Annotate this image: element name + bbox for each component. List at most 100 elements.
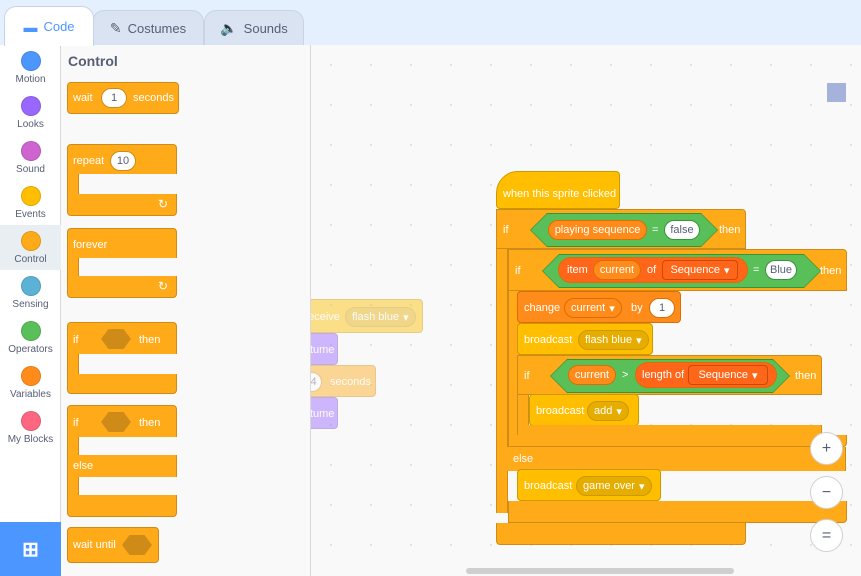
broadcast-label: broadcast (536, 405, 585, 417)
if-label: if (515, 265, 521, 277)
script-workspace[interactable]: when I receive flash blue▾ next costume … (311, 45, 861, 576)
broadcast-block[interactable]: broadcast flash blue ▾ (517, 323, 653, 355)
then-label: then (139, 417, 161, 429)
compare-value-input[interactable]: false (664, 220, 700, 240)
message-dropdown[interactable]: add ▾ (587, 401, 629, 421)
broadcast-block[interactable]: broadcast game over ▾ (517, 469, 661, 501)
zoom-reset-button[interactable]: = (810, 519, 843, 552)
repeat-block[interactable]: repeat 10 (67, 144, 177, 174)
variables-dot-icon (20, 366, 41, 386)
if-label: if (73, 334, 79, 346)
zoom-out-button[interactable]: − (810, 476, 843, 509)
category-label: My Blocks (7, 434, 54, 445)
category-motion[interactable]: Motion (0, 45, 61, 90)
tab-sounds[interactable]: 🔈 Sounds (204, 10, 304, 45)
if-length-block[interactable]: if current > length of Sequence ▾ then (517, 355, 822, 395)
then-label: then (820, 265, 842, 277)
category-operators[interactable]: Operators (0, 315, 61, 360)
equals-label: = (753, 264, 760, 276)
zoom-reset-icon: = (821, 526, 832, 544)
playing-sequence-reporter[interactable]: playing sequence (548, 220, 647, 240)
message-dropdown[interactable]: flash blue ▾ (578, 330, 649, 350)
then-label: then (139, 334, 161, 346)
when-i-receive-label: when I receive (311, 311, 340, 323)
my-blocks-dot-icon (20, 411, 41, 431)
code-icon: ▬ (23, 18, 38, 35)
sound-dot-icon (20, 141, 41, 161)
category-label: Motion (15, 74, 46, 85)
sensing-dot-icon (20, 276, 41, 296)
by-label: by (631, 302, 643, 314)
wait-label: wait (73, 92, 93, 104)
sprite-thumbnail (827, 83, 846, 102)
wait-block[interactable]: wait 0.4 seconds (311, 365, 376, 397)
add-extension-icon: ⊞ (22, 538, 39, 561)
variable-dropdown[interactable]: current ▾ (564, 298, 622, 318)
wait-seconds-block[interactable]: wait 1 seconds (67, 82, 179, 114)
message-dropdown[interactable]: flash blue ▾ (345, 307, 416, 327)
horizontal-scrollbar[interactable] (466, 568, 734, 574)
next-costume-block[interactable]: next costume (311, 397, 338, 429)
operators-dot-icon (20, 321, 41, 341)
repeat-bottom: ↻ (67, 194, 177, 216)
forever-block[interactable]: forever (67, 228, 177, 258)
message-dropdown[interactable]: game over ▾ (576, 476, 652, 496)
condition-slot[interactable] (122, 535, 152, 555)
broadcast-block[interactable]: broadcast add ▾ (529, 394, 639, 426)
category-label: Sensing (12, 299, 49, 310)
wait-until-label: wait until (73, 539, 116, 551)
forever-bottom: ↻ (67, 276, 177, 298)
wait-value-input[interactable]: 0.4 (311, 372, 322, 392)
current-reporter[interactable]: current (593, 260, 641, 280)
wait-until-block[interactable]: wait until (67, 527, 159, 563)
chevron-down-icon: ▾ (638, 480, 645, 493)
if-else-block[interactable]: if then (67, 405, 177, 437)
category-label: Variables (10, 389, 51, 400)
list-dropdown[interactable]: Sequence ▾ (688, 365, 768, 385)
repeat-count-input[interactable]: 10 (110, 151, 136, 171)
category-sound[interactable]: Sound (0, 135, 61, 180)
when-sprite-clicked-block[interactable]: when this sprite clicked (496, 171, 620, 209)
forever-label: forever (73, 239, 108, 251)
if-then-block[interactable]: if then (67, 322, 177, 354)
change-label: change (524, 302, 561, 314)
control-dot-icon (20, 231, 41, 251)
category-sensing[interactable]: Sensing (0, 270, 61, 315)
tab-costumes[interactable]: ✎ Costumes (92, 10, 204, 45)
compare-value-input[interactable]: Blue (765, 260, 797, 280)
loop-arrow-icon: ↻ (158, 197, 169, 211)
when-i-receive-block[interactable]: when I receive flash blue▾ (311, 299, 423, 333)
wait-value-input[interactable]: 1 (101, 88, 127, 108)
category-variables[interactable]: Variables (0, 360, 61, 405)
change-variable-block[interactable]: change current ▾ by 1 (517, 291, 681, 323)
add-extension-button[interactable]: ⊞ (0, 522, 61, 576)
if-item-block[interactable]: if item current of Sequence ▾ = Blue then (508, 249, 847, 291)
tab-sounds-label: Sounds (243, 20, 288, 36)
change-value-input[interactable]: 1 (649, 298, 675, 318)
if-else-block[interactable]: if playing sequence = false then (496, 209, 746, 249)
category-label: Operators (8, 344, 53, 355)
chevron-down-icon: ▾ (609, 302, 615, 315)
if-else-bottom (496, 523, 746, 545)
list-dropdown[interactable]: Sequence ▾ (662, 260, 738, 280)
next-costume-block[interactable]: next costume (311, 333, 338, 365)
zoom-in-button[interactable]: + (810, 432, 843, 465)
category-my-blocks[interactable]: My Blocks (0, 405, 61, 450)
current-reporter[interactable]: current (568, 365, 616, 385)
next-costume-label: next costume (311, 344, 335, 356)
chevron-down-icon: ▾ (616, 405, 622, 418)
category-events[interactable]: Events (0, 180, 61, 225)
of-label: of (647, 264, 657, 276)
seconds-label: seconds (330, 376, 371, 388)
else-row: else (496, 447, 846, 471)
tab-code[interactable]: ▬ Code (4, 6, 94, 46)
category-looks[interactable]: Looks (0, 90, 61, 135)
if-length-arm (517, 395, 529, 425)
condition-slot[interactable] (101, 329, 131, 349)
if-else-bottom (67, 495, 177, 517)
chevron-down-icon: ▾ (403, 311, 409, 324)
condition-slot[interactable] (101, 412, 131, 432)
message-value: flash blue (585, 334, 633, 346)
loop-arrow-icon: ↻ (158, 279, 169, 293)
category-control[interactable]: Control (0, 225, 61, 270)
